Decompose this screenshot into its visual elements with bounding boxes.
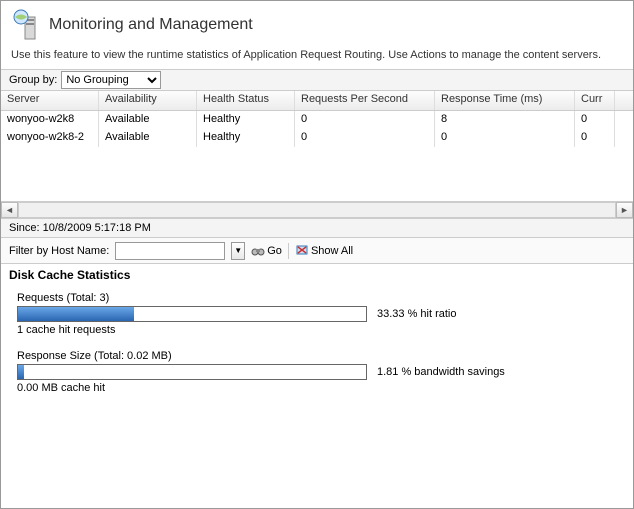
col-rt[interactable]: Response Time (ms): [435, 91, 575, 110]
cell-server: wonyoo-w2k8: [1, 111, 99, 129]
go-button[interactable]: Go: [251, 244, 282, 258]
requests-sub: 1 cache hit requests: [17, 324, 617, 336]
cell-server: wonyoo-w2k8-2: [1, 129, 99, 147]
grid-header: Server Availability Health Status Reques…: [1, 91, 633, 111]
cell-cur: 0: [575, 111, 615, 129]
requests-bar: [17, 306, 367, 322]
clear-filter-icon: [295, 244, 309, 258]
groupby-label: Group by:: [9, 74, 57, 86]
scroll-right-icon[interactable]: ►: [616, 202, 633, 218]
response-ratio: 1.81 % bandwidth savings: [377, 366, 505, 378]
cell-rps: 0: [295, 129, 435, 147]
cell-rt: 8: [435, 111, 575, 129]
binoculars-icon: [251, 244, 265, 258]
scroll-track[interactable]: [18, 202, 616, 218]
response-bar: [17, 364, 367, 380]
requests-bar-fill: [18, 307, 134, 321]
cell-availability: Available: [99, 129, 197, 147]
response-stat: Response Size (Total: 0.02 MB) 1.81 % ba…: [1, 344, 633, 402]
requests-ratio: 33.33 % hit ratio: [377, 308, 457, 320]
filter-label: Filter by Host Name:: [9, 245, 109, 257]
show-all-button[interactable]: Show All: [295, 244, 353, 258]
cell-rps: 0: [295, 111, 435, 129]
filter-host-input[interactable]: [115, 242, 225, 260]
col-cur[interactable]: Curr: [575, 91, 615, 110]
cell-health: Healthy: [197, 111, 295, 129]
server-grid: Server Availability Health Status Reques…: [1, 91, 633, 218]
response-bar-fill: [18, 365, 24, 379]
app-icon: [11, 9, 43, 41]
col-rps[interactable]: Requests Per Second: [295, 91, 435, 110]
cell-cur: 0: [575, 129, 615, 147]
response-label: Response Size (Total: 0.02 MB): [17, 350, 617, 362]
go-label: Go: [267, 245, 282, 257]
table-row[interactable]: wonyoo-w2k8 Available Healthy 0 8 0: [1, 111, 633, 129]
horizontal-scrollbar[interactable]: ◄ ►: [1, 201, 633, 218]
since-label: Since: 10/8/2009 5:17:18 PM: [1, 218, 633, 238]
scroll-left-icon[interactable]: ◄: [1, 202, 18, 218]
disk-cache-title: Disk Cache Statistics: [1, 264, 633, 286]
separator: [288, 243, 289, 259]
col-health[interactable]: Health Status: [197, 91, 295, 110]
response-sub: 0.00 MB cache hit: [17, 382, 617, 394]
page-description: Use this feature to view the runtime sta…: [1, 45, 633, 69]
show-all-label: Show All: [311, 245, 353, 257]
requests-label: Requests (Total: 3): [17, 292, 617, 304]
cell-health: Healthy: [197, 129, 295, 147]
cell-rt: 0: [435, 129, 575, 147]
col-server[interactable]: Server: [1, 91, 99, 110]
cell-availability: Available: [99, 111, 197, 129]
requests-stat: Requests (Total: 3) 33.33 % hit ratio 1 …: [1, 286, 633, 344]
col-availability[interactable]: Availability: [99, 91, 197, 110]
table-row[interactable]: wonyoo-w2k8-2 Available Healthy 0 0 0: [1, 129, 633, 147]
page-title: Monitoring and Management: [49, 16, 253, 34]
filter-dropdown-icon[interactable]: ▼: [231, 242, 245, 260]
groupby-select[interactable]: No Grouping: [61, 71, 161, 89]
